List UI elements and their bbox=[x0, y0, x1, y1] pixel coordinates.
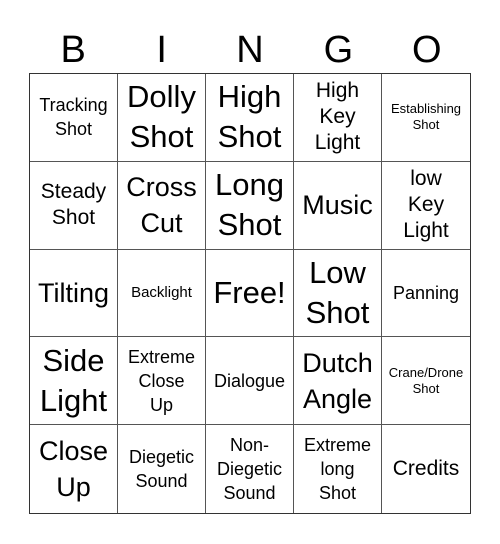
bingo-cell[interactable]: Credits bbox=[382, 425, 470, 513]
bingo-cell[interactable]: Non- Diegetic Sound bbox=[206, 425, 294, 513]
bingo-cell-label: Dutch Angle bbox=[302, 347, 373, 414]
header-letter-i: I bbox=[156, 29, 167, 71]
bingo-cell[interactable]: Close Up bbox=[30, 425, 118, 513]
bingo-cell-label: Establishing Shot bbox=[390, 101, 462, 133]
bingo-cell[interactable]: Tracking Shot bbox=[30, 74, 118, 162]
bingo-cell-label: Panning bbox=[392, 282, 460, 303]
header-letter-o: O bbox=[412, 29, 442, 71]
bingo-cell[interactable]: Establishing Shot bbox=[382, 74, 470, 162]
bingo-cell-label: Credits bbox=[392, 457, 460, 481]
header-letter-g: G bbox=[323, 29, 354, 71]
bingo-cell[interactable]: High Shot bbox=[206, 74, 294, 162]
bingo-cell-label: Cross Cut bbox=[126, 172, 197, 239]
header-letter-n: N bbox=[236, 29, 264, 71]
bingo-cell[interactable]: Dutch Angle bbox=[294, 337, 382, 426]
bingo-cell[interactable]: Cross Cut bbox=[118, 161, 206, 250]
bingo-cell[interactable]: Tilting bbox=[30, 249, 118, 338]
bingo-cell[interactable]: Dolly Shot bbox=[118, 74, 206, 162]
bingo-cell-label: Tilting bbox=[37, 277, 110, 308]
bingo-cell-label: Diegetic Sound bbox=[128, 447, 195, 492]
bingo-cell-label: Music bbox=[302, 190, 373, 221]
bingo-cell[interactable]: Low Shot bbox=[294, 249, 382, 338]
bingo-cell-label: Extreme long Shot bbox=[303, 435, 372, 504]
bingo-cell[interactable]: Dialogue bbox=[206, 337, 294, 426]
bingo-cell-label: Steady Shot bbox=[40, 180, 107, 230]
bingo-cell[interactable]: Extreme long Shot bbox=[294, 425, 382, 513]
header-letter-b: B bbox=[60, 29, 86, 71]
bingo-cell-label: Tracking Shot bbox=[39, 95, 108, 140]
bingo-cell[interactable]: Free! bbox=[206, 249, 294, 338]
bingo-cell[interactable]: High Key Light bbox=[294, 74, 382, 162]
bingo-cell-label: Dialogue bbox=[213, 370, 286, 391]
bingo-cell[interactable]: Panning bbox=[382, 250, 470, 338]
bingo-cell-label: Crane/Drone Shot bbox=[388, 364, 464, 396]
bingo-cell-label: Free! bbox=[213, 274, 286, 310]
bingo-cell-label: Backlight bbox=[131, 283, 192, 301]
bingo-cell-label: Extreme Close Up bbox=[127, 346, 196, 415]
bingo-grid: Tracking Shot Dolly Shot High Shot High Key Ligh… bbox=[29, 73, 471, 514]
bingo-cell-label: Side Light bbox=[39, 342, 108, 418]
bingo-cell-label: Long Shot bbox=[215, 167, 284, 243]
bingo-cell-label: Close Up bbox=[38, 436, 109, 503]
bingo-cell[interactable]: Extreme Close Up bbox=[118, 337, 206, 426]
bingo-header: B I N G O bbox=[29, 28, 471, 72]
bingo-cell[interactable]: Long Shot bbox=[206, 161, 294, 250]
bingo-cell-label: High Shot bbox=[217, 79, 282, 155]
bingo-cell-label: Dolly Shot bbox=[127, 79, 196, 155]
bingo-cell[interactable]: Music bbox=[294, 161, 382, 250]
bingo-cell-label: Low Shot bbox=[305, 254, 370, 330]
bingo-cell[interactable]: Steady Shot bbox=[30, 161, 118, 250]
bingo-cell-label: Non- Diegetic Sound bbox=[216, 435, 283, 504]
bingo-cell[interactable]: low Key Light bbox=[382, 162, 470, 250]
bingo-cell[interactable]: Diegetic Sound bbox=[118, 425, 206, 513]
bingo-cell-label: low Key Light bbox=[403, 167, 449, 243]
bingo-cell[interactable]: Side Light bbox=[30, 337, 118, 426]
bingo-cell[interactable]: Crane/Drone Shot bbox=[382, 337, 470, 426]
bingo-cell[interactable]: Backlight bbox=[118, 249, 206, 338]
bingo-cell-label: High Key Light bbox=[314, 79, 361, 155]
